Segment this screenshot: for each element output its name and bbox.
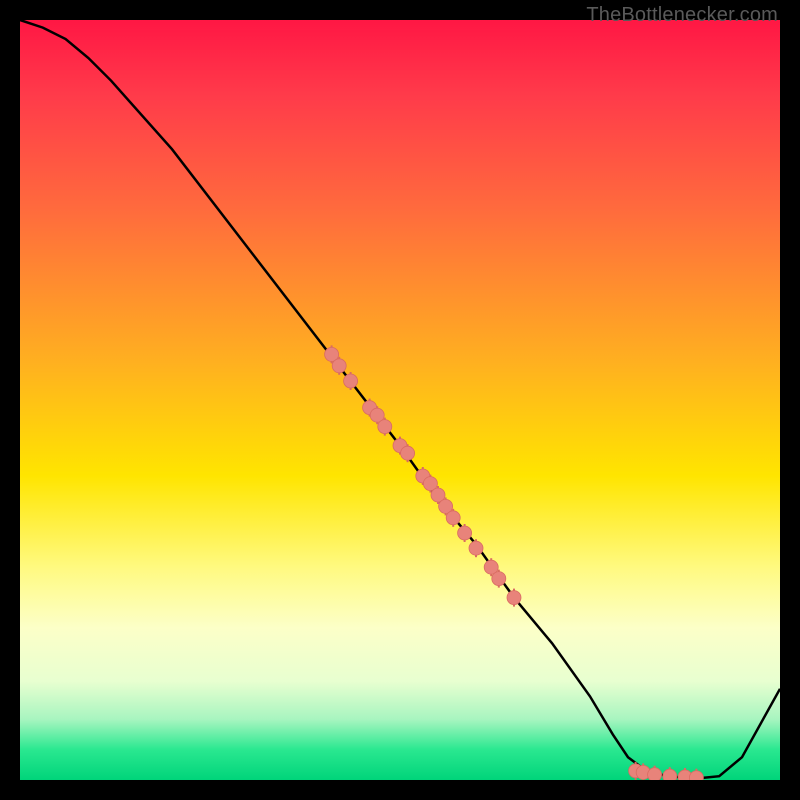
- marker-dot: [469, 541, 483, 555]
- marker-dot: [648, 768, 662, 780]
- marker-dot: [378, 420, 392, 434]
- marker-dot: [446, 511, 460, 525]
- marker-dot: [507, 591, 521, 605]
- marker-dot: [492, 572, 506, 586]
- marker-dot: [663, 769, 677, 780]
- marker-ticks: [332, 345, 697, 780]
- chart-plot-area: [20, 20, 780, 780]
- marker-dot: [401, 446, 415, 460]
- watermark-text: TheBottlenecker.com: [586, 4, 778, 27]
- marker-dot: [689, 771, 703, 780]
- marker-dot: [332, 359, 346, 373]
- curve-line: [20, 20, 780, 778]
- marker-dots: [325, 347, 704, 780]
- marker-dot: [458, 526, 472, 540]
- marker-dot: [344, 374, 358, 388]
- chart-svg: [20, 20, 780, 780]
